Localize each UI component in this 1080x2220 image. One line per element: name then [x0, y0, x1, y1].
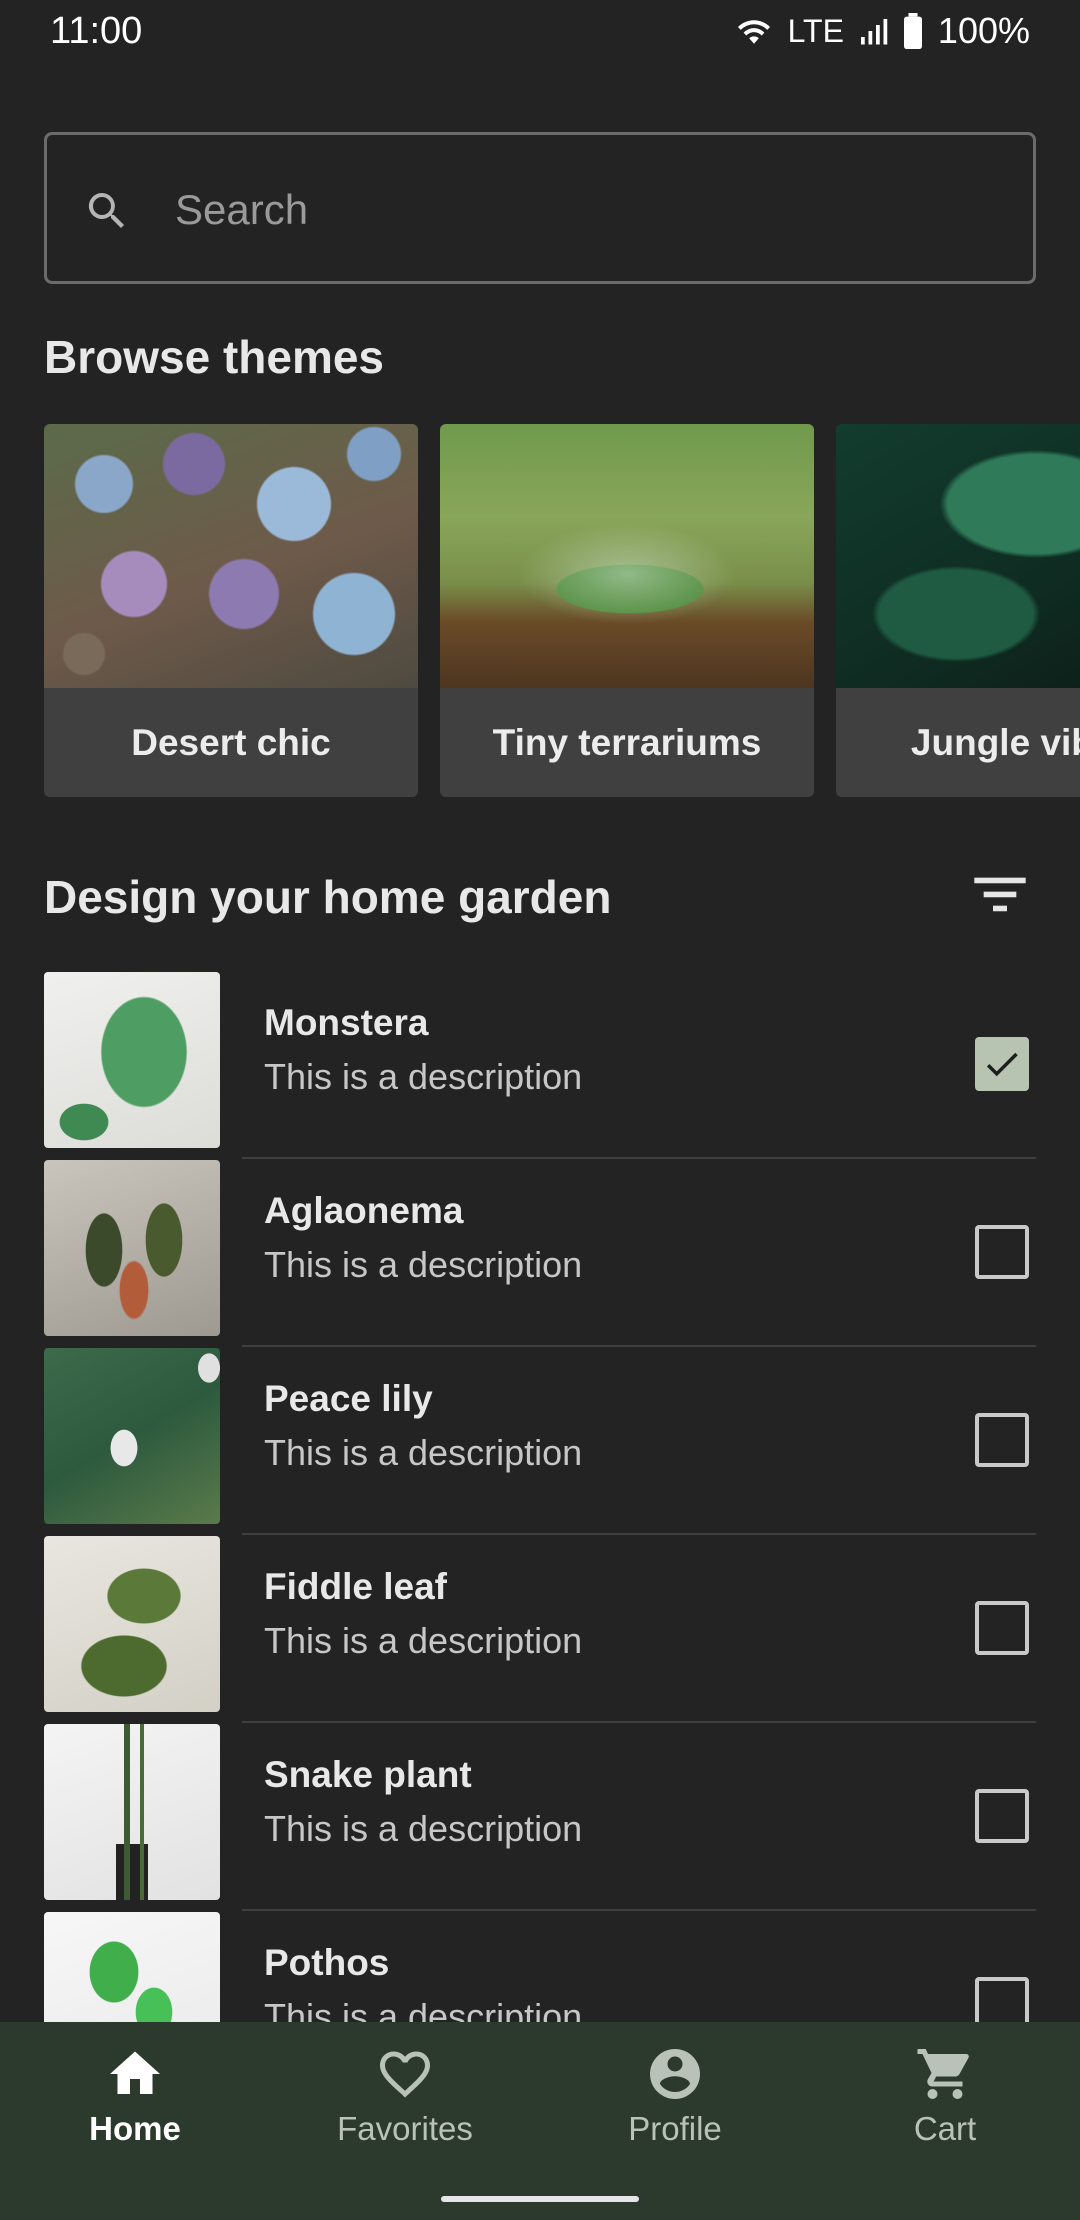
browse-themes-title: Browse themes: [44, 331, 385, 383]
plant-checkbox[interactable]: [975, 1601, 1029, 1655]
plant-thumbnail: [44, 1160, 220, 1336]
plant-name: Snake plant: [264, 1754, 472, 1795]
list-item[interactable]: Aglaonema This is a description: [0, 1158, 1080, 1347]
plant-description: This is a description: [264, 1432, 583, 1473]
plant-checkbox[interactable]: [975, 1789, 1029, 1843]
list-item[interactable]: Peace lily This is a description: [0, 1346, 1080, 1535]
nav-favorites[interactable]: Favorites: [270, 2044, 540, 2164]
plant-description: This is a description: [264, 1244, 583, 1285]
nav-label: Cart: [913, 2110, 977, 2147]
theme-label: Desert chic: [44, 688, 418, 797]
plant-description: This is a description: [264, 1620, 583, 1661]
themes-carousel[interactable]: Desert chic Tiny terrariums Jungle vibes: [44, 424, 1080, 799]
nav-profile[interactable]: Profile: [540, 2044, 810, 2164]
theme-image: [440, 424, 814, 688]
search-field[interactable]: [44, 132, 1036, 284]
home-icon: [110, 2051, 160, 2094]
nav-label: Home: [89, 2110, 181, 2147]
plant-description: This is a description: [264, 1808, 583, 1849]
nav-cart[interactable]: Cart: [810, 2044, 1080, 2164]
garden-section-title: Design your home garden: [44, 871, 612, 923]
theme-card-jungle-vibes[interactable]: Jungle vibes: [836, 424, 1080, 797]
nav-home[interactable]: Home: [0, 2044, 270, 2164]
plant-checkbox[interactable]: [975, 1225, 1029, 1279]
cart-icon: [917, 2049, 969, 2099]
status-icons: LTE 100%: [734, 10, 1030, 52]
plant-name: Fiddle leaf: [264, 1566, 447, 1607]
signal-icon: [860, 19, 888, 45]
plant-thumbnail: [44, 972, 220, 1148]
plant-thumbnail: [44, 1536, 220, 1712]
search-input[interactable]: [173, 173, 997, 247]
plant-name: Pothos: [264, 1942, 390, 1983]
plant-thumbnail: [44, 1348, 220, 1524]
search-icon: [88, 193, 124, 228]
battery-level: 100%: [937, 10, 1030, 51]
bottom-navigation: Home Favorites Profile Cart: [0, 2022, 1080, 2220]
network-type: LTE: [787, 12, 844, 49]
list-item[interactable]: Monstera This is a description: [0, 970, 1080, 1159]
theme-label: Tiny terrariums: [440, 688, 814, 797]
account-circle-icon: [650, 2049, 700, 2099]
plant-thumbnail: [44, 1724, 220, 1900]
theme-image: [44, 424, 418, 688]
theme-card-desert-chic[interactable]: Desert chic: [44, 424, 418, 797]
heart-icon: [380, 2051, 430, 2098]
plant-name: Aglaonema: [264, 1190, 464, 1231]
battery-icon: [903, 13, 922, 49]
plant-name: Peace lily: [264, 1378, 433, 1419]
wifi-icon: [737, 20, 770, 44]
status-time: 11:00: [50, 10, 143, 52]
plant-checkbox[interactable]: [975, 1413, 1029, 1467]
list-item[interactable]: Fiddle leaf This is a description: [0, 1534, 1080, 1723]
check-icon: [986, 1052, 1018, 1077]
filter-icon[interactable]: [972, 870, 1028, 918]
list-item[interactable]: Snake plant This is a description: [0, 1722, 1080, 1911]
status-bar: 11:00 LTE 100%: [0, 0, 1080, 70]
gesture-bar: [441, 2196, 639, 2202]
nav-label: Favorites: [337, 2110, 473, 2147]
theme-image: [836, 424, 1080, 688]
theme-label: Jungle vibes: [836, 688, 1080, 797]
plant-name: Monstera: [264, 1002, 429, 1043]
plant-description: This is a description: [264, 1056, 583, 1097]
theme-card-tiny-terrariums[interactable]: Tiny terrariums: [440, 424, 814, 797]
plant-checkbox[interactable]: [975, 1037, 1029, 1091]
nav-label: Profile: [628, 2110, 722, 2147]
